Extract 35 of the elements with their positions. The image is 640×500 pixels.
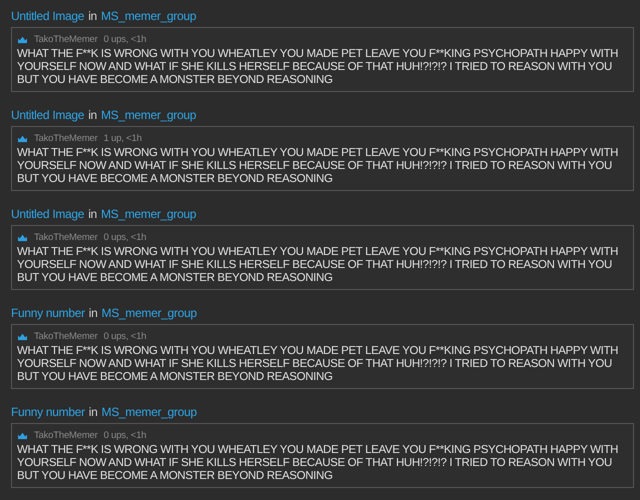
avatar-icon [17, 430, 28, 440]
group-link[interactable]: MS_memer_group [100, 207, 196, 221]
avatar-icon [17, 34, 28, 44]
in-label: in [88, 207, 97, 221]
group-link[interactable]: MS_memer_group [102, 405, 197, 419]
in-label: in [88, 108, 97, 122]
group-link[interactable]: MS_memer_group [102, 306, 197, 320]
author-link[interactable]: TakoTheMemer [34, 232, 98, 242]
image-title-link[interactable]: Funny number [11, 306, 85, 320]
comment-meta: 0 ups, <1h [104, 34, 146, 44]
image-title-link[interactable]: Untitled Image [11, 108, 84, 122]
comment-text: WHAT THE F**K IS WRONG WITH YOU WHEATLEY YOU MADE PET LEAVE YOU F**KING PSYCHOPATH HAPPY WITH YOURSELF NOW AND WHAT IF SHE KILLS HERSELF BECAUSE OF THAT HUH!?!?!? I TRIED TO REASON WITH YOU BUT YOU HAVE BECOME A MONSTER BEYOND REASONING [17, 48, 620, 87]
in-label: in [88, 405, 98, 419]
group-link[interactable]: MS_memer_group [100, 9, 196, 23]
author-link[interactable]: TakoTheMemer [34, 34, 98, 44]
author-link[interactable]: TakoTheMemer [34, 330, 98, 342]
comment-text: WHAT THE F**K IS WRONG WITH YOU WHEATLEY YOU MADE PET LEAVE YOU F**KING PSYCHOPATH HAPPY WITH YOURSELF NOW AND WHAT IF SHE KILLS HERSELF BECAUSE OF THAT HUH!?!?!? I TRIED TO REASON WITH YOU BUT YOU HAVE BECOME A MONSTER BEYOND REASONING [17, 444, 620, 483]
comment-text: WHAT THE F**K IS WRONG WITH YOU WHEATLEY YOU MADE PET LEAVE YOU F**KING PSYCHOPATH HAPPY WITH YOURSELF NOW AND WHAT IF SHE KILLS HERSELF BECAUSE OF THAT HUH!?!?!? I TRIED TO REASON WITH YOU BUT YOU HAVE BECOME A MONSTER BEYOND REASONING [17, 246, 620, 285]
image-title-link[interactable]: Untitled Image [11, 9, 84, 23]
group-link[interactable]: MS_memer_group [100, 108, 196, 122]
author-link[interactable]: TakoTheMemer [34, 430, 98, 440]
author-link[interactable]: TakoTheMemer [34, 132, 98, 144]
comment-meta: 0 ups, <1h [104, 232, 146, 242]
comment-meta: 0 ups, <1h [104, 330, 146, 342]
comment-meta: 1 up, <1h [104, 132, 142, 144]
comment-text: WHAT THE F**K IS WRONG WITH YOU WHEATLEY YOU MADE PET LEAVE YOU F**KING PSYCHOPATH HAPPY WITH YOURSELF NOW AND WHAT IF SHE KILLS HERSELF BECAUSE OF THAT HUH!?!?!? I TRIED TO REASON WITH YOU BUT YOU HAVE BECOME A MONSTER BEYOND REASONING [17, 147, 620, 186]
image-title-link[interactable]: Untitled Image [11, 207, 84, 221]
avatar-icon [17, 332, 28, 340]
avatar-icon [17, 134, 28, 142]
avatar-icon [17, 232, 28, 242]
in-label: in [88, 306, 98, 320]
comment-text: WHAT THE F**K IS WRONG WITH YOU WHEATLEY YOU MADE PET LEAVE YOU F**KING PSYCHOPATH HAPPY WITH YOURSELF NOW AND WHAT IF SHE KILLS HERSELF BECAUSE OF THAT HUH!?!?!? I TRIED TO REASON WITH YOU BUT YOU HAVE BECOME A MONSTER BEYOND REASONING [17, 345, 620, 384]
in-label: in [88, 9, 97, 23]
image-title-link[interactable]: Funny number [11, 405, 85, 419]
comment-meta: 0 ups, <1h [104, 430, 146, 440]
